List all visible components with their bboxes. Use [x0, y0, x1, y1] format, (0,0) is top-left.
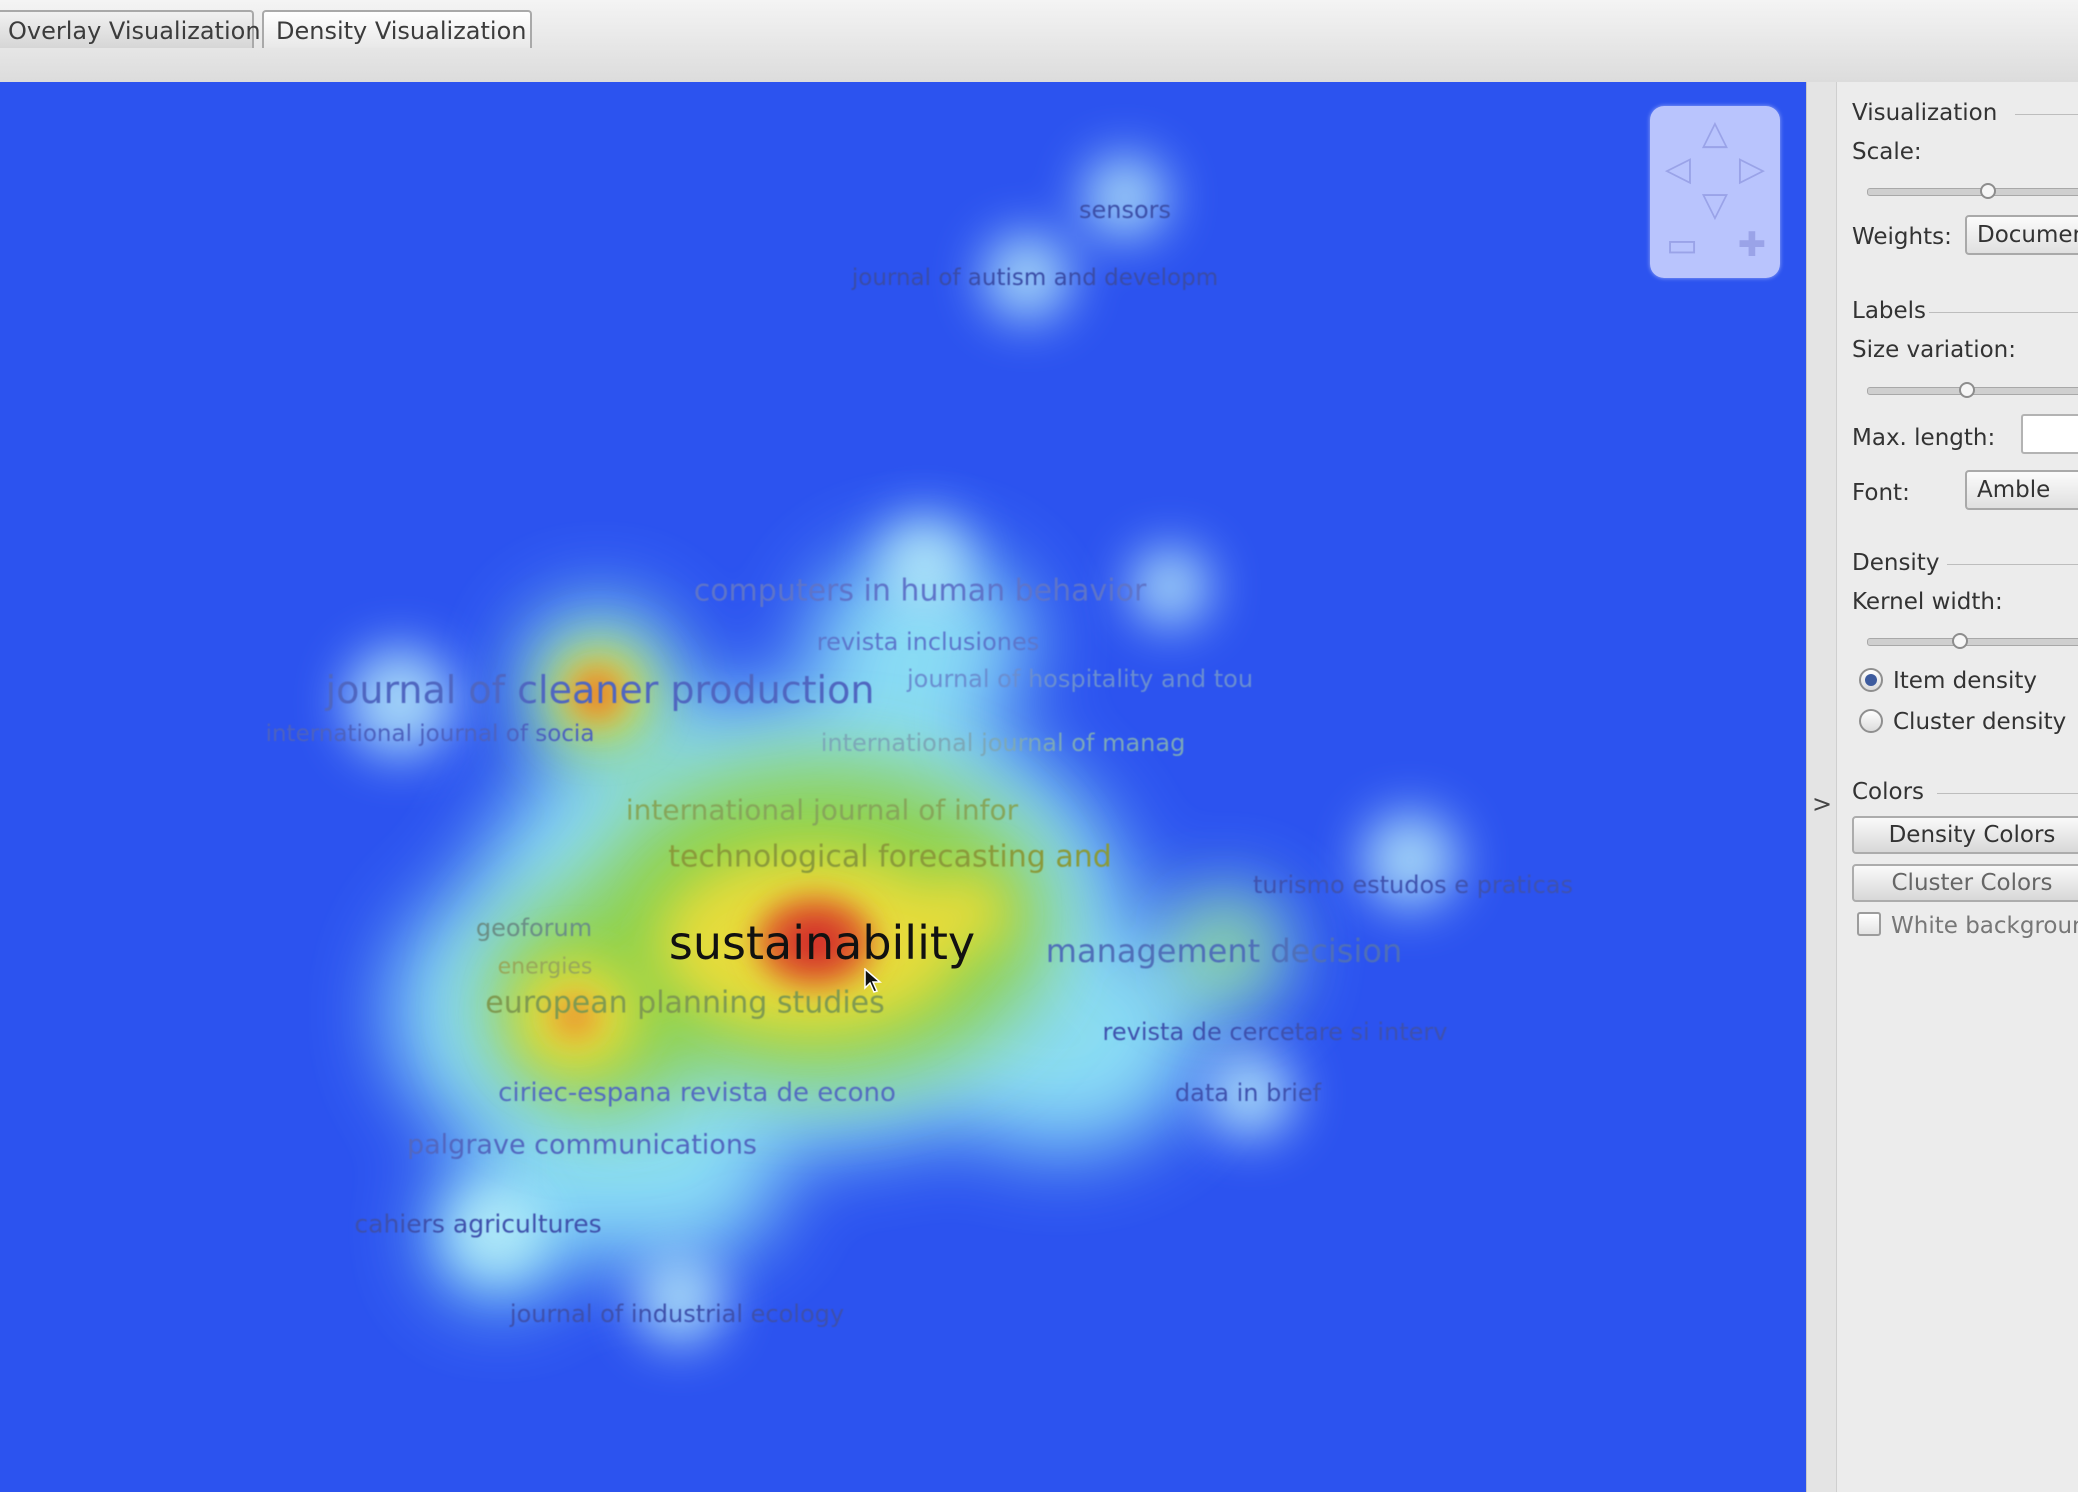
section-divider — [1929, 312, 2078, 313]
cluster-density-radio[interactable] — [1859, 709, 1883, 733]
map-label[interactable]: geoforum — [476, 914, 592, 942]
zoom-out-icon[interactable]: ▭ — [1664, 228, 1700, 264]
map-label[interactable]: international journal of manag — [821, 729, 1186, 757]
collapse-panel-icon[interactable]: > — [1812, 790, 1832, 818]
map-label[interactable]: international journal of infor — [626, 794, 1018, 827]
white-background-checkbox[interactable] — [1857, 912, 1881, 936]
size-variation-label: Size variation: — [1852, 337, 2016, 363]
map-label[interactable]: journal of industrial ecology — [510, 1300, 844, 1328]
section-divider — [1947, 564, 2078, 565]
map-label[interactable]: cahiers agricultures — [354, 1210, 601, 1239]
map-label[interactable]: revista inclusiones — [817, 628, 1040, 656]
pan-right-icon[interactable]: ▷ — [1734, 152, 1770, 188]
density-heatmap — [345, 155, 1458, 1345]
font-dropdown[interactable]: Amble — [1965, 470, 2078, 510]
tab-density-visualization[interactable]: Density Visualization — [262, 10, 532, 48]
density-colors-button[interactable]: Density Colors — [1852, 816, 2078, 854]
tab-bar: Overlay Visualization Density Visualizat… — [0, 0, 2078, 84]
map-label[interactable]: journal of hospitality and tou — [907, 665, 1253, 693]
weights-dropdown[interactable]: Documents — [1965, 215, 2078, 255]
map-label[interactable]: sensors — [1079, 196, 1171, 224]
options-panel: Visualization Scale: Weights: Documents … — [1836, 82, 2078, 1492]
max-length-field[interactable] — [2021, 414, 2078, 454]
map-label[interactable]: technological forecasting and — [668, 840, 1112, 875]
map-label[interactable]: computers in human behavior — [694, 574, 1147, 609]
max-length-label: Max. length: — [1852, 425, 1996, 451]
pan-up-icon[interactable]: △ — [1697, 116, 1733, 152]
map-label[interactable]: data in brief — [1175, 1079, 1321, 1107]
size-variation-slider-thumb[interactable] — [1959, 382, 1975, 398]
tab-overlay-visualization[interactable]: Overlay Visualization — [0, 10, 261, 48]
panel-divider[interactable] — [1806, 82, 1837, 1492]
item-density-label[interactable]: Item density — [1893, 668, 2037, 694]
weights-label: Weights: — [1852, 224, 1952, 250]
kernel-width-slider-track[interactable] — [1867, 638, 2078, 646]
map-label[interactable]: turismo estudos e praticas — [1253, 871, 1573, 899]
map-label[interactable]: sustainability — [669, 916, 975, 970]
navigation-control: △ ◁ ▷ ▽ ▭ ✚ — [1650, 106, 1780, 278]
map-label[interactable]: palgrave communications — [407, 1130, 757, 1161]
pan-left-icon[interactable]: ◁ — [1660, 152, 1696, 188]
scale-label: Scale: — [1852, 139, 1922, 165]
font-label: Font: — [1852, 480, 1910, 506]
map-label[interactable]: energies — [498, 955, 593, 980]
map-label[interactable]: international journal of socia — [266, 721, 595, 747]
section-visualization-heading: Visualization — [1852, 100, 1998, 126]
map-label[interactable]: management decision — [1046, 932, 1402, 970]
cluster-colors-button[interactable]: Cluster Colors — [1852, 864, 2078, 902]
kernel-width-label: Kernel width: — [1852, 589, 2003, 615]
map-label[interactable]: ciriec-espana revista de econo — [498, 1078, 896, 1108]
section-colors-heading: Colors — [1852, 779, 1925, 805]
section-density-heading: Density — [1852, 550, 1940, 576]
map-label[interactable]: european planning studies — [485, 986, 885, 1021]
scale-slider-thumb[interactable] — [1980, 183, 1996, 199]
item-density-radio[interactable] — [1859, 668, 1883, 692]
section-divider — [2015, 114, 2078, 115]
mouse-cursor-icon — [864, 968, 882, 993]
scale-slider-track[interactable] — [1867, 188, 2078, 196]
zoom-in-icon[interactable]: ✚ — [1734, 228, 1770, 264]
white-background-label[interactable]: White background — [1891, 913, 2078, 939]
pan-down-icon[interactable]: ▽ — [1697, 188, 1733, 224]
cluster-density-label[interactable]: Cluster density — [1893, 709, 2066, 735]
section-labels-heading: Labels — [1852, 298, 1927, 324]
density-map[interactable]: sensors journal of autism and developm c… — [0, 82, 1806, 1492]
map-label[interactable]: revista de cercetare si interv — [1103, 1018, 1448, 1046]
section-divider — [1937, 793, 2078, 794]
map-label[interactable]: journal of cleaner production — [326, 668, 875, 712]
map-label[interactable]: journal of autism and developm — [852, 265, 1218, 291]
kernel-width-slider-thumb[interactable] — [1952, 633, 1968, 649]
